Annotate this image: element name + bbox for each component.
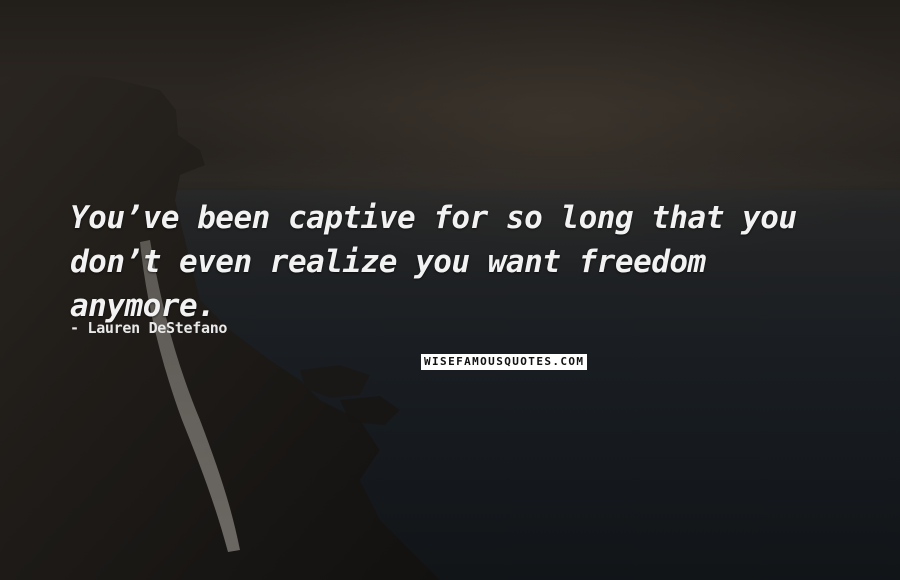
quote-author: - Lauren DeStefano <box>70 319 228 337</box>
quote-text: You’ve been captive for so long that you… <box>70 200 797 324</box>
quote-image: You’ve been captive for so long that you… <box>0 0 900 580</box>
watermark-logo: WISEFAMOUSQUOTES.COM <box>421 354 588 370</box>
